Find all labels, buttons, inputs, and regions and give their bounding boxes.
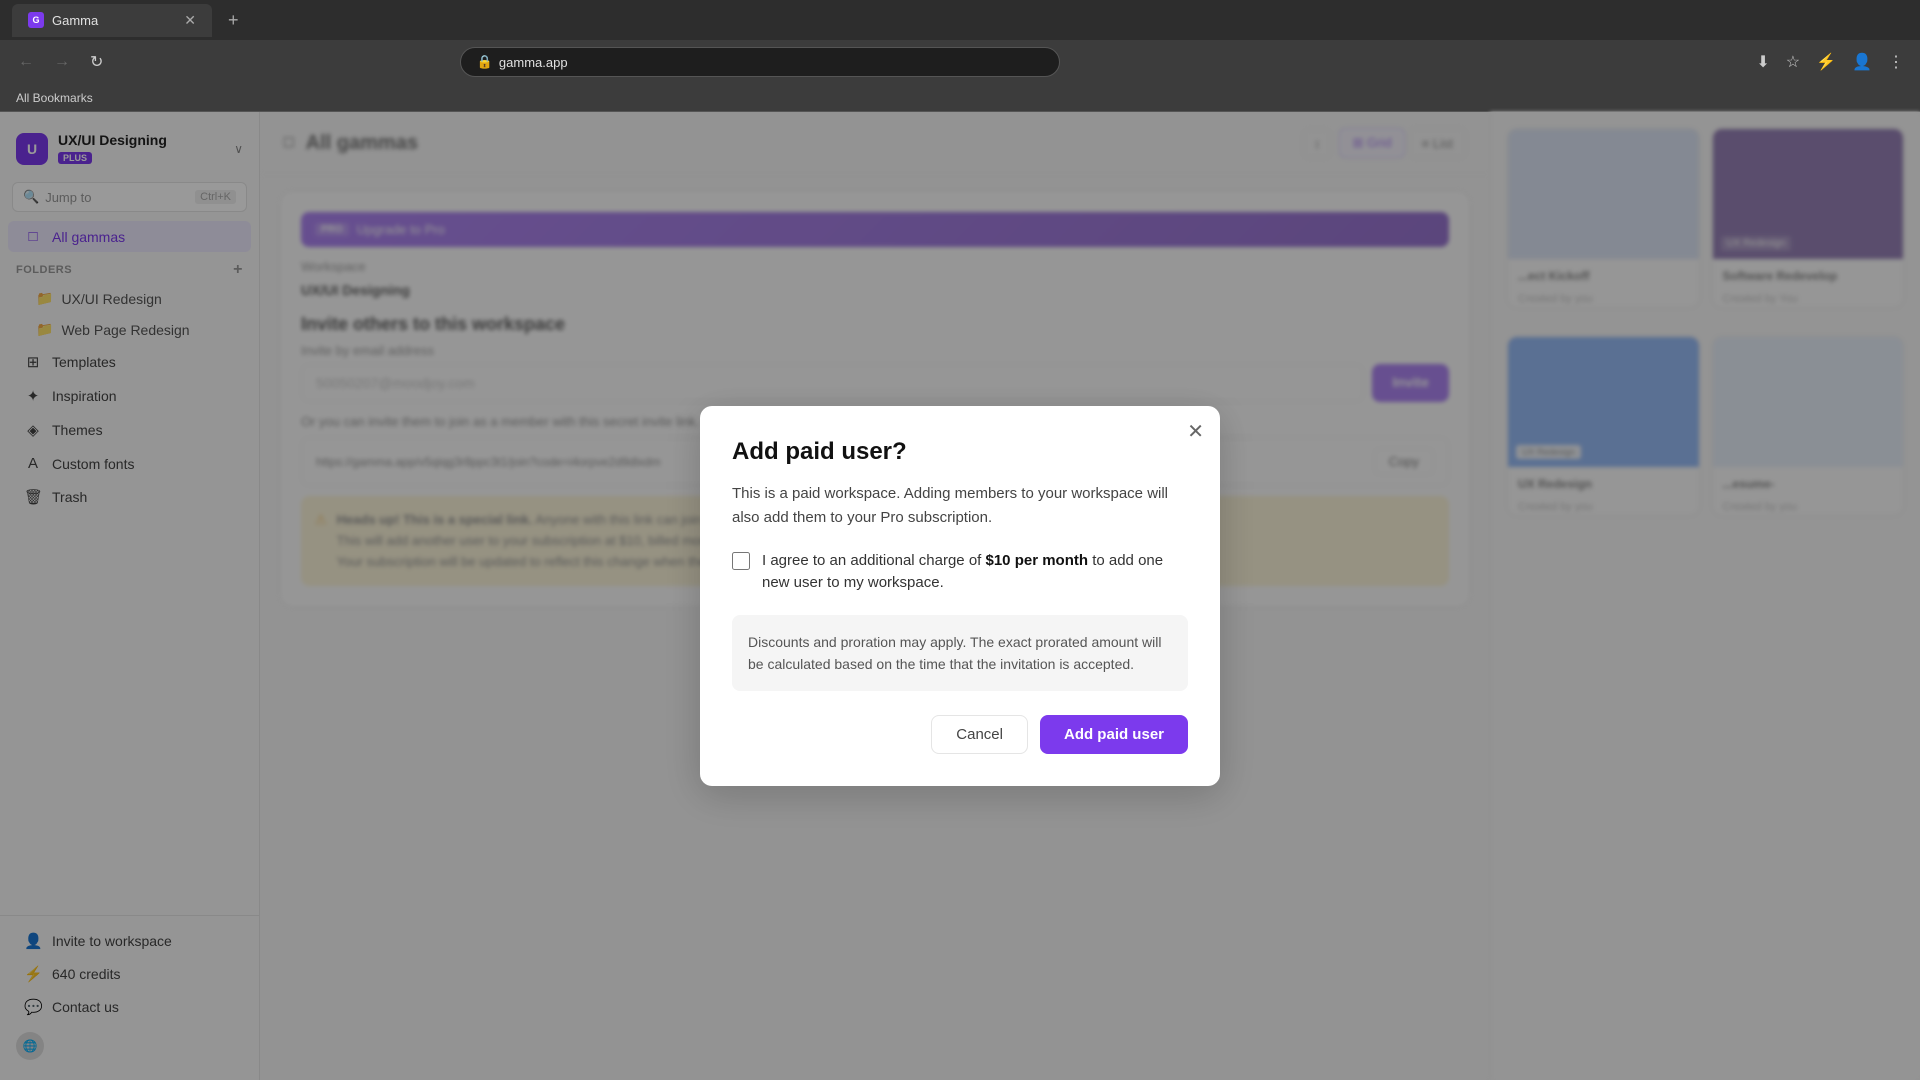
forward-button[interactable]: → bbox=[48, 49, 76, 75]
extension-icon: ⚡ bbox=[1812, 48, 1840, 76]
new-tab-button[interactable]: + bbox=[220, 10, 247, 31]
charge-amount: $10 per month bbox=[986, 552, 1089, 569]
browser-tab[interactable]: G Gamma ✕ bbox=[12, 4, 212, 37]
agree-checkbox-row: I agree to an additional charge of $10 p… bbox=[732, 550, 1188, 595]
star-icon[interactable]: ☆ bbox=[1782, 48, 1804, 76]
url-text: gamma.app bbox=[499, 55, 568, 70]
download-icon: ⬇ bbox=[1752, 48, 1773, 76]
reload-button[interactable]: ↻ bbox=[84, 48, 109, 76]
browser-nav-icons: ⬇ ☆ ⚡ 👤 ⋮ bbox=[1752, 48, 1908, 76]
checkbox-prefix: I agree to an additional charge of bbox=[762, 552, 986, 569]
tab-label: Gamma bbox=[52, 13, 98, 28]
add-paid-user-modal: ✕ Add paid user? This is a paid workspac… bbox=[700, 406, 1220, 787]
modal-description: This is a paid workspace. Adding members… bbox=[732, 482, 1188, 530]
add-paid-user-button[interactable]: Add paid user bbox=[1040, 715, 1188, 754]
bookmarks-bar: All Bookmarks bbox=[0, 84, 1920, 112]
checkbox-label: I agree to an additional charge of $10 p… bbox=[762, 550, 1188, 595]
menu-icon[interactable]: ⋮ bbox=[1884, 48, 1908, 76]
agree-checkbox[interactable] bbox=[732, 552, 750, 570]
address-bar[interactable]: 🔒 gamma.app bbox=[460, 47, 1060, 77]
browser-nav: ← → ↻ 🔒 gamma.app ⬇ ☆ ⚡ 👤 ⋮ bbox=[0, 40, 1920, 84]
app-layout: U UX/UI Designing PLUS ∨ 🔍 Jump to Ctrl+… bbox=[0, 112, 1920, 1080]
back-button[interactable]: ← bbox=[12, 49, 40, 75]
cancel-button[interactable]: Cancel bbox=[931, 715, 1028, 754]
tab-close-button[interactable]: ✕ bbox=[184, 12, 196, 29]
modal-overlay: ✕ Add paid user? This is a paid workspac… bbox=[260, 112, 1490, 1080]
lock-icon: 🔒 bbox=[477, 54, 493, 70]
browser-chrome: G Gamma ✕ + bbox=[0, 0, 1920, 40]
modal-close-button[interactable]: ✕ bbox=[1187, 422, 1204, 442]
info-box: Discounts and proration may apply. The e… bbox=[732, 615, 1188, 692]
modal-title: Add paid user? bbox=[732, 438, 1188, 466]
modal-actions: Cancel Add paid user bbox=[732, 715, 1188, 754]
bookmarks-label: All Bookmarks bbox=[16, 91, 93, 105]
tab-favicon: G bbox=[28, 12, 44, 28]
profile-icon[interactable]: 👤 bbox=[1848, 48, 1876, 76]
